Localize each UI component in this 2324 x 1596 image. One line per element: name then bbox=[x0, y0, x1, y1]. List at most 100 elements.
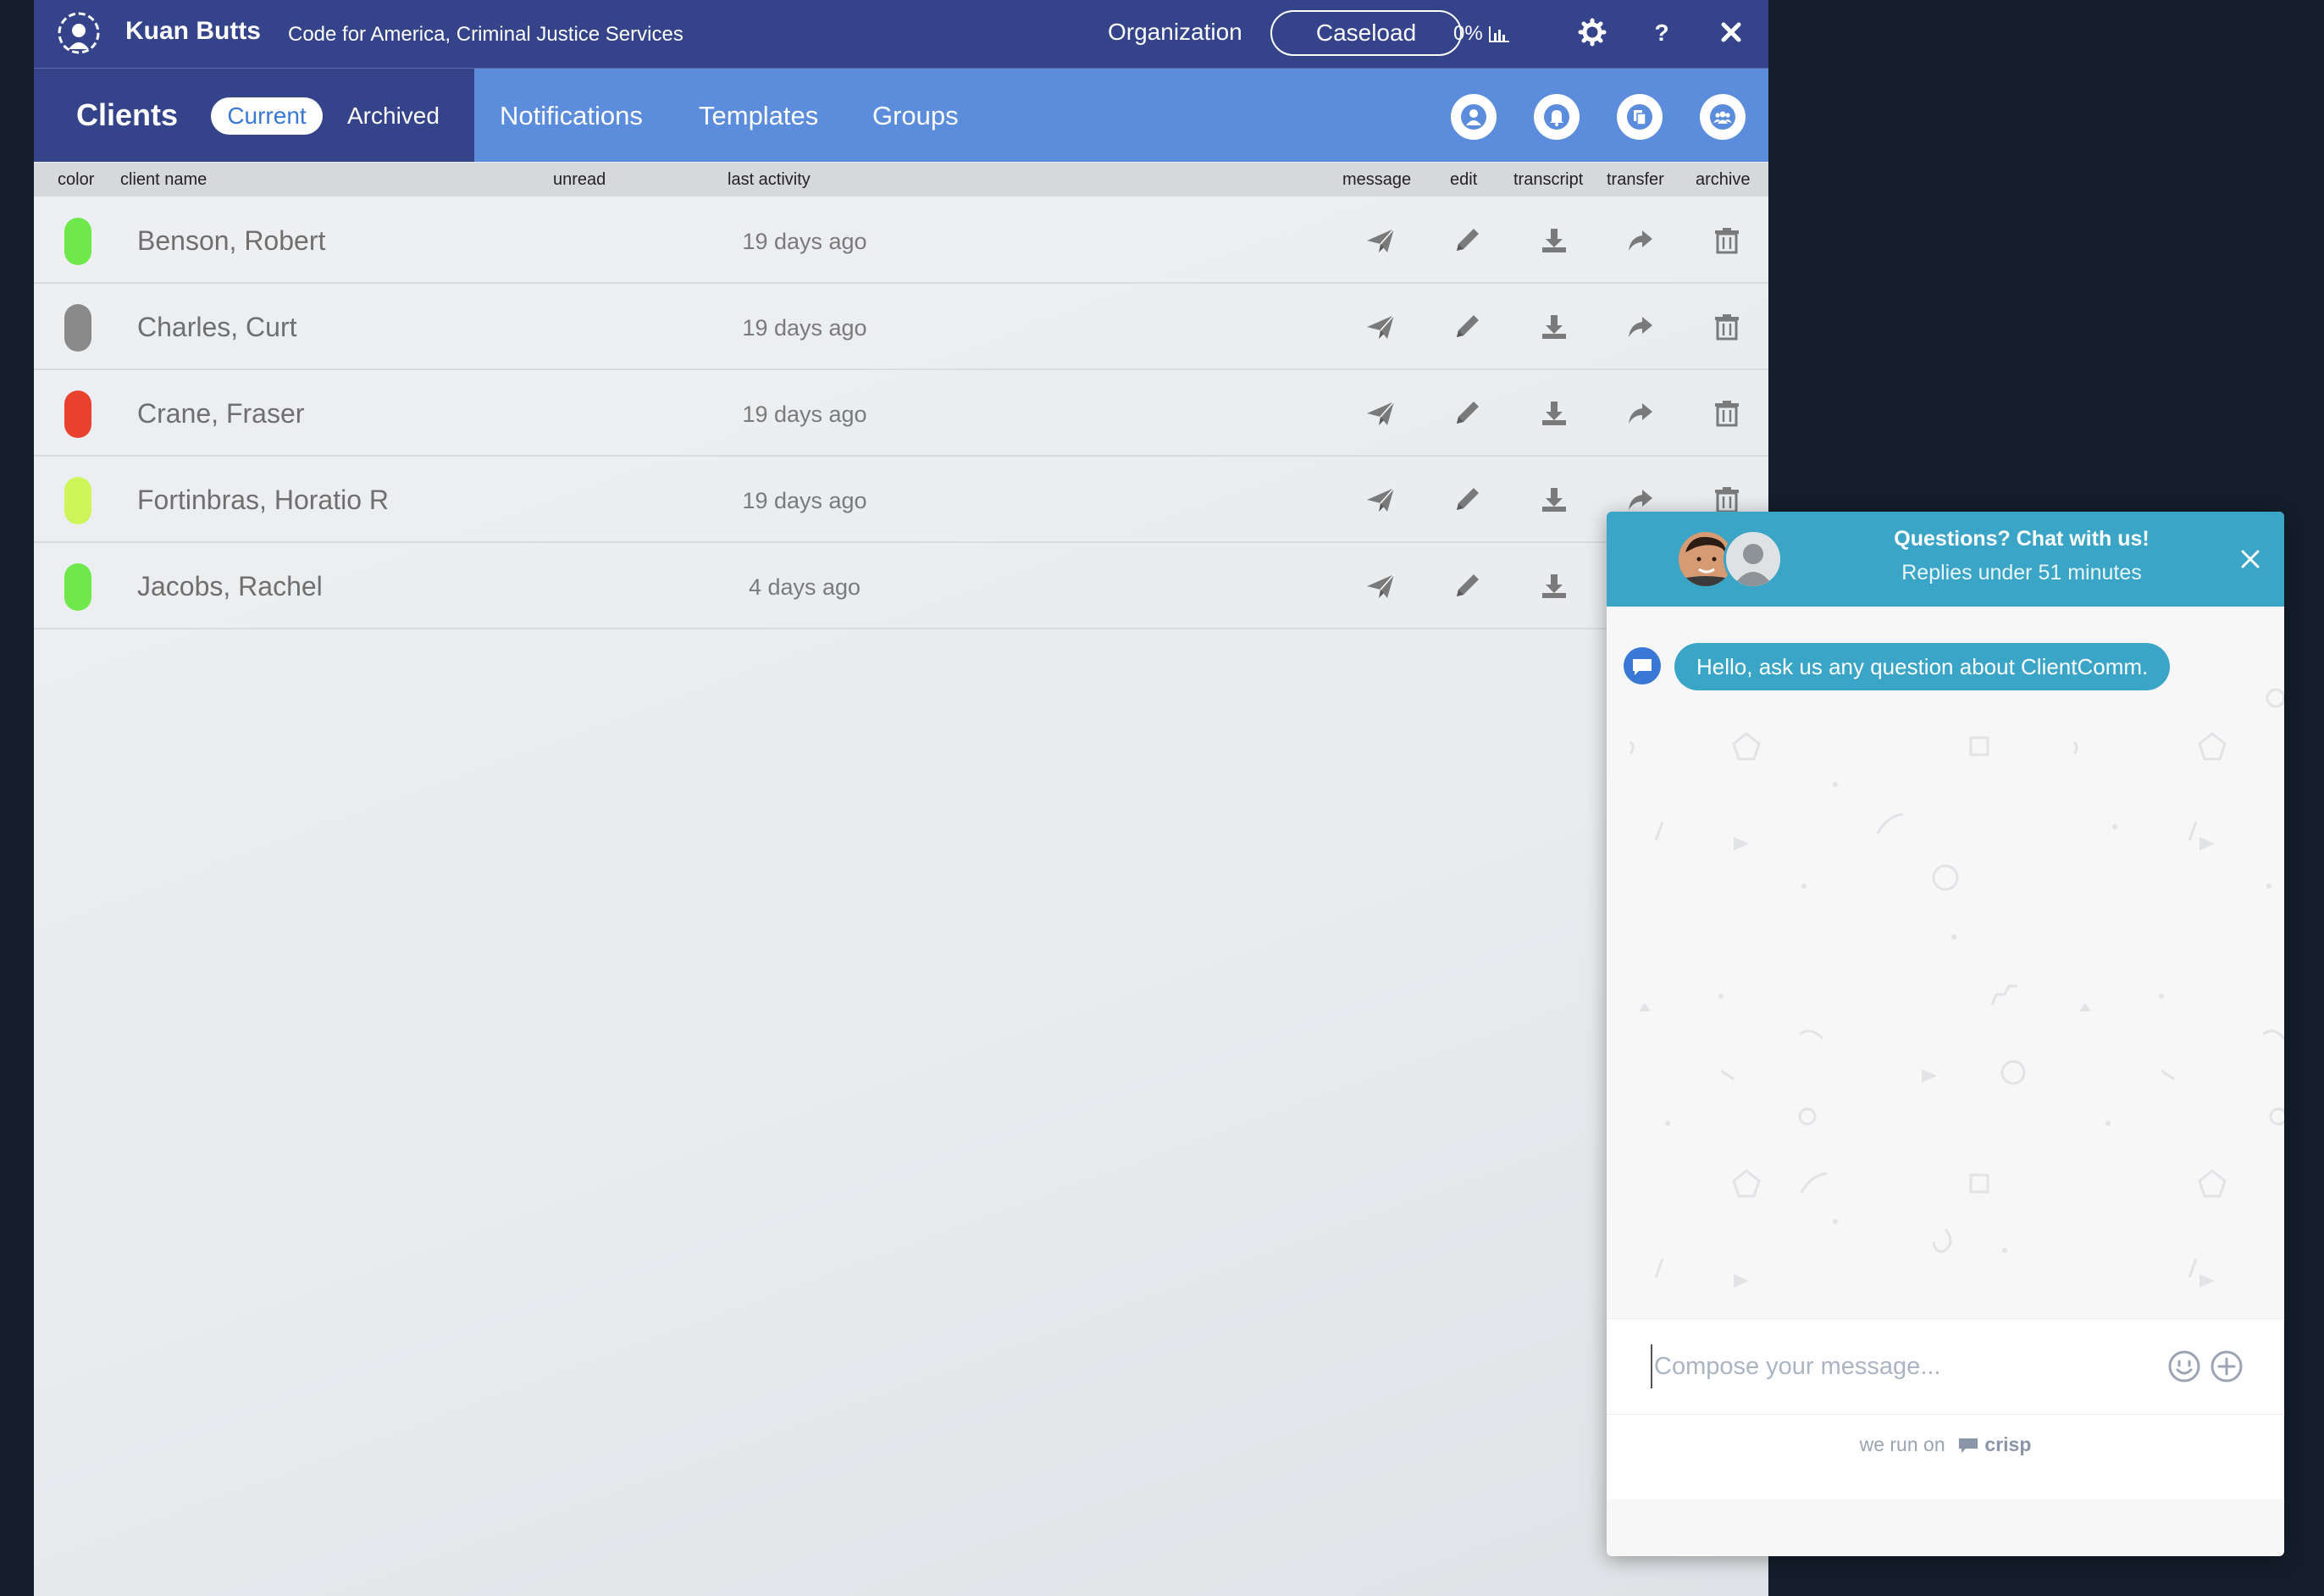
user-icon bbox=[1461, 104, 1486, 130]
archive-button[interactable] bbox=[1710, 310, 1744, 344]
send-message-button[interactable] bbox=[1364, 310, 1397, 344]
send-message-button[interactable] bbox=[1364, 224, 1397, 258]
share-arrow-icon bbox=[1629, 230, 1652, 251]
compose-message-input[interactable] bbox=[1651, 1344, 2130, 1388]
add-template-button[interactable] bbox=[1617, 94, 1663, 140]
client-color-swatch[interactable] bbox=[64, 218, 91, 265]
last-activity: 19 days ago bbox=[742, 229, 867, 254]
transcript-button[interactable] bbox=[1537, 569, 1571, 603]
client-name[interactable]: Fortinbras, Horatio R bbox=[137, 485, 389, 516]
tab-groups[interactable]: Groups bbox=[872, 101, 959, 131]
client-color-swatch[interactable] bbox=[64, 391, 91, 438]
crisp-brand: crisp bbox=[1984, 1433, 2032, 1455]
tab-templates[interactable]: Templates bbox=[699, 101, 818, 131]
chat-greeting-message: Hello, ask us any question about ClientC… bbox=[1674, 643, 2171, 690]
transcript-button[interactable] bbox=[1537, 224, 1571, 258]
header-unread[interactable]: unread bbox=[553, 170, 606, 190]
trash-icon bbox=[1715, 401, 1739, 427]
caseload-button[interactable]: Caseload bbox=[1270, 10, 1462, 56]
download-icon bbox=[1542, 229, 1566, 252]
send-message-button[interactable] bbox=[1364, 396, 1397, 430]
transcript-button[interactable] bbox=[1537, 396, 1571, 430]
archive-button[interactable] bbox=[1710, 396, 1744, 430]
edit-button[interactable] bbox=[1450, 483, 1484, 517]
header-transcript: transcript bbox=[1513, 170, 1584, 189]
top-bar: Kuan Butts Code for America, Criminal Ju… bbox=[34, 0, 1768, 69]
transfer-button[interactable] bbox=[1624, 224, 1657, 258]
add-notification-button[interactable] bbox=[1534, 94, 1580, 140]
clients-tab-group: Clients Current Archived bbox=[34, 69, 474, 162]
send-message-button[interactable] bbox=[1364, 483, 1397, 517]
powered-by[interactable]: we run on crisp bbox=[1607, 1433, 2284, 1456]
filter-archived[interactable]: Archived bbox=[347, 103, 440, 130]
tab-notifications[interactable]: Notifications bbox=[500, 101, 643, 131]
trash-icon bbox=[1715, 228, 1739, 254]
attach-plus-icon[interactable] bbox=[2210, 1349, 2244, 1383]
table-row[interactable]: Benson, Robert 19 days ago bbox=[34, 198, 1768, 284]
paper-plane-icon bbox=[1367, 401, 1395, 425]
table-row[interactable]: Jacobs, Rachel 4 days ago bbox=[34, 544, 1768, 629]
client-name[interactable]: Crane, Fraser bbox=[137, 398, 304, 429]
archive-button[interactable] bbox=[1710, 224, 1744, 258]
tab-clients[interactable]: Clients bbox=[76, 97, 178, 133]
header-transfer: transfer bbox=[1607, 170, 1664, 189]
header-last-activity[interactable]: last activity bbox=[728, 170, 811, 190]
add-client-button[interactable] bbox=[1451, 94, 1497, 140]
chat-background-pattern bbox=[1629, 688, 2284, 1288]
chat-header: Questions? Chat with us! Replies under 5… bbox=[1607, 512, 2284, 607]
help-icon[interactable]: ? bbox=[1646, 17, 1677, 47]
table-row[interactable]: Charles, Curt 19 days ago bbox=[34, 285, 1768, 370]
add-group-button[interactable] bbox=[1700, 94, 1746, 140]
emoji-icon[interactable] bbox=[2167, 1349, 2201, 1383]
main-navigation: Clients Current Archived Notifications T… bbox=[34, 69, 1768, 162]
close-icon[interactable] bbox=[2233, 542, 2267, 576]
documents-icon bbox=[1627, 104, 1652, 130]
svg-text:?: ? bbox=[1654, 19, 1668, 46]
download-icon bbox=[1542, 402, 1566, 425]
transfer-button[interactable] bbox=[1624, 396, 1657, 430]
table-header: color client name unread last activity m… bbox=[34, 163, 1768, 197]
download-icon bbox=[1542, 315, 1566, 339]
header-color: color bbox=[58, 170, 95, 189]
app-logo-icon[interactable] bbox=[56, 10, 102, 56]
edit-button[interactable] bbox=[1450, 310, 1484, 344]
edit-button[interactable] bbox=[1450, 569, 1484, 603]
gear-icon[interactable] bbox=[1577, 17, 1607, 47]
transcript-button[interactable] bbox=[1537, 310, 1571, 344]
last-activity: 19 days ago bbox=[742, 488, 867, 513]
organization-name: Code for America, Criminal Justice Servi… bbox=[288, 23, 683, 46]
transfer-button[interactable] bbox=[1624, 310, 1657, 344]
transcript-button[interactable] bbox=[1537, 483, 1571, 517]
client-color-swatch[interactable] bbox=[64, 304, 91, 352]
chat-compose-area bbox=[1607, 1318, 2284, 1415]
client-name[interactable]: Benson, Robert bbox=[137, 225, 325, 257]
chat-subtitle: Replies under 51 minutes bbox=[1901, 561, 2142, 585]
paper-plane-icon bbox=[1367, 574, 1395, 598]
bell-icon bbox=[1544, 104, 1569, 130]
table-row[interactable]: Fortinbras, Horatio R 19 days ago bbox=[34, 457, 1768, 543]
client-color-swatch[interactable] bbox=[64, 477, 91, 524]
filter-current[interactable]: Current bbox=[211, 97, 323, 135]
send-message-button[interactable] bbox=[1364, 569, 1397, 603]
close-icon[interactable] bbox=[1716, 17, 1746, 47]
client-name[interactable]: Jacobs, Rachel bbox=[137, 571, 323, 602]
edit-button[interactable] bbox=[1450, 224, 1484, 258]
response-rate-indicator[interactable]: 0% bbox=[1453, 22, 1510, 46]
group-icon bbox=[1710, 104, 1735, 130]
client-color-swatch[interactable] bbox=[64, 563, 91, 611]
chat-footer: we run on crisp bbox=[1607, 1415, 2284, 1499]
pencil-icon bbox=[1457, 315, 1479, 337]
download-icon bbox=[1542, 488, 1566, 512]
client-name[interactable]: Charles, Curt bbox=[137, 312, 297, 343]
share-arrow-icon bbox=[1629, 403, 1652, 424]
organization-link[interactable]: Organization bbox=[1108, 19, 1242, 46]
header-archive: archive bbox=[1696, 170, 1751, 189]
download-icon bbox=[1542, 574, 1566, 598]
powered-by-prefix: we run on bbox=[1859, 1433, 1945, 1455]
edit-button[interactable] bbox=[1450, 396, 1484, 430]
agent-avatar bbox=[1724, 529, 1783, 589]
table-row[interactable]: Crane, Fraser 19 days ago bbox=[34, 371, 1768, 457]
chat-title: Questions? Chat with us! bbox=[1894, 527, 2150, 551]
pencil-icon bbox=[1457, 574, 1479, 596]
header-client-name[interactable]: client name bbox=[120, 170, 207, 190]
